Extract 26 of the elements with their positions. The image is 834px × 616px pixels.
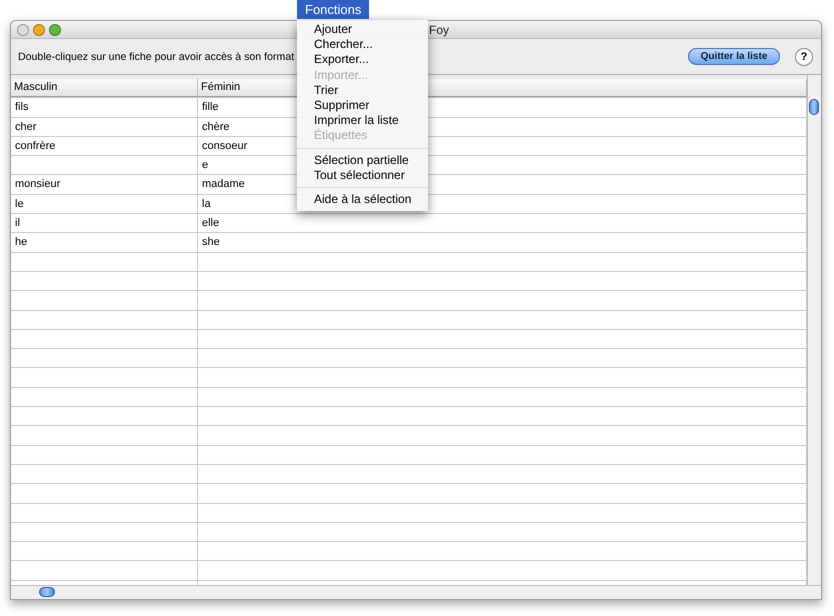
table-cell: le	[11, 194, 198, 214]
scroll-thumb[interactable]	[809, 99, 819, 115]
menu-item[interactable]: Chercher...	[297, 37, 428, 52]
table-cell: cher	[11, 118, 198, 136]
table-cell: confrère	[11, 136, 198, 156]
menu-item[interactable]: Ajouter	[297, 22, 428, 38]
scroll-thumb[interactable]	[39, 587, 55, 597]
table-cell: fils	[11, 98, 198, 117]
menu-item[interactable]: Aide à la sélection	[297, 192, 428, 208]
hint-text: Double-cliquez sur une fiche pour avoir accès à son format	[18, 50, 294, 62]
table-cell: he	[11, 233, 198, 252]
zoom-icon[interactable]	[49, 24, 61, 36]
menu-item[interactable]: Supprimer	[297, 98, 428, 114]
menu-item[interactable]: Exporter...	[297, 52, 428, 68]
window-title: Foy	[429, 23, 450, 37]
horizontal-scrollbar[interactable]	[11, 585, 821, 599]
menu-title[interactable]: Fonctions	[297, 0, 370, 19]
menu-item[interactable]: Trier	[297, 82, 428, 98]
quit-button[interactable]: Quitter la liste	[688, 48, 780, 65]
close-icon[interactable]	[17, 24, 29, 36]
help-button[interactable]: ?	[795, 48, 813, 66]
column-header[interactable]: Masculin	[11, 79, 198, 98]
table-cell: monsieur	[11, 175, 198, 194]
table-cell: il	[11, 214, 198, 232]
vertical-scrollbar[interactable]	[807, 75, 821, 585]
minimize-icon[interactable]	[33, 24, 45, 36]
